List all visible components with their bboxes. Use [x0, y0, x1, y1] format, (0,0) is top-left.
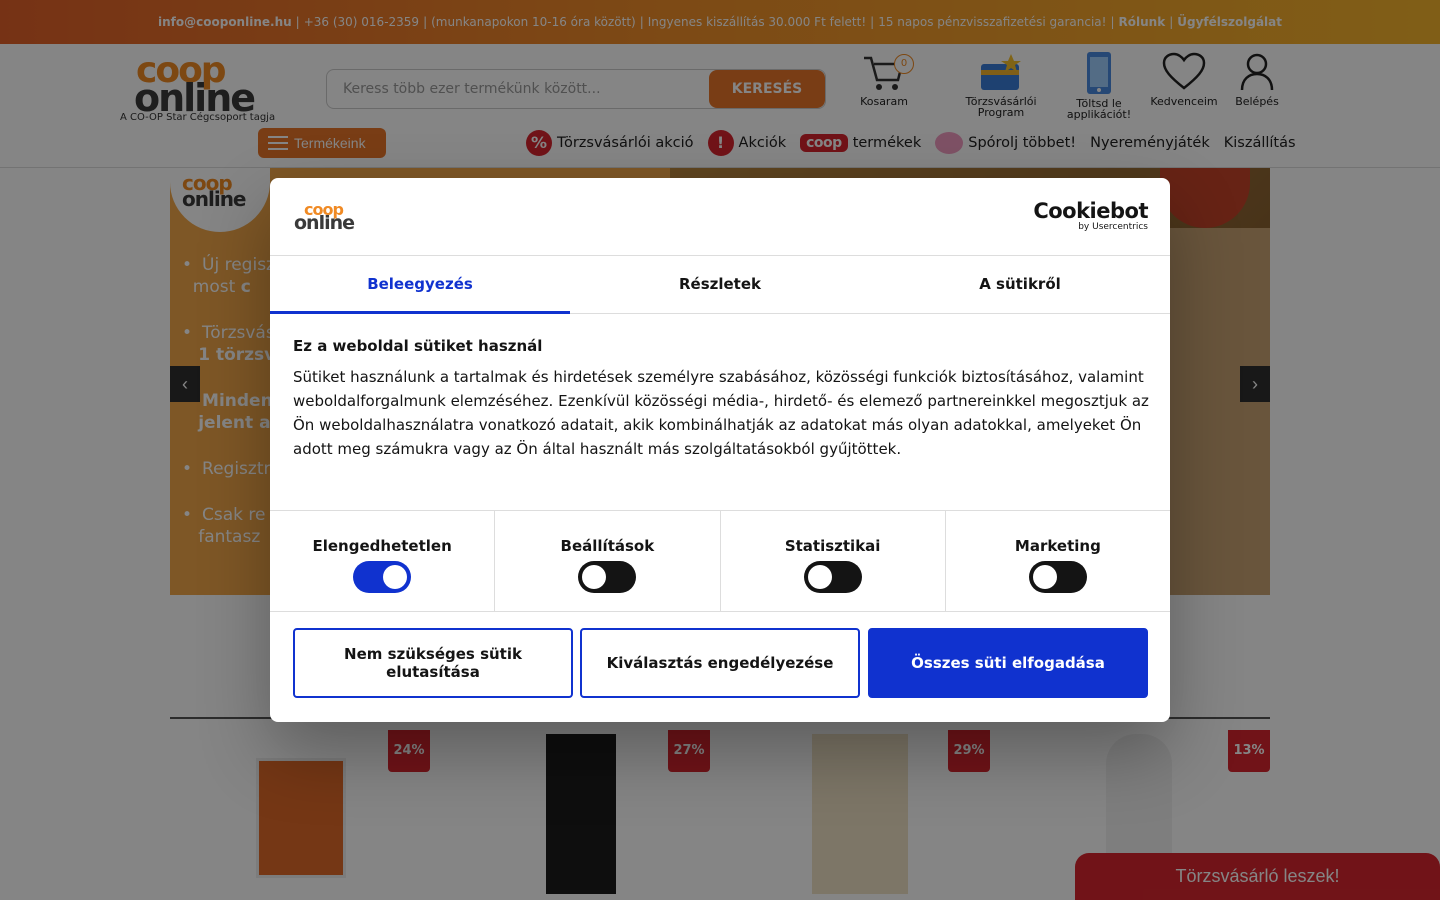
- toggle-preferences-label: Beállítások: [560, 537, 655, 555]
- dialog-tabs: Beleegyezés Részletek A sütikről: [270, 256, 1170, 314]
- dialog-logo-online: online: [294, 212, 355, 234]
- toggle-necessary-label: Elengedhetetlen: [312, 537, 452, 555]
- toggle-marketing-switch[interactable]: [1028, 561, 1087, 593]
- cookiebot-brand-sub: by Usercentrics: [1078, 222, 1148, 232]
- allow-selection-button[interactable]: Kiválasztás engedélyezése: [580, 628, 860, 698]
- toggle-statistics-switch[interactable]: [803, 561, 862, 593]
- dialog-header: coop online Cookiebot by Usercentrics: [270, 178, 1170, 256]
- tab-details[interactable]: Részletek: [570, 256, 870, 313]
- toggle-marketing-label: Marketing: [1014, 537, 1101, 555]
- toggle-necessary: Elengedhetetlen: [270, 511, 496, 611]
- dialog-logo: coop online: [294, 200, 364, 234]
- consent-toggles: Elengedhetetlen Beállítások Statisztikai…: [270, 510, 1170, 612]
- toggle-preferences-switch[interactable]: [578, 561, 637, 593]
- toggle-statistics-label: Statisztikai: [784, 537, 881, 555]
- accept-all-button[interactable]: Összes süti elfogadása: [868, 628, 1148, 698]
- reject-unnecessary-button[interactable]: Nem szükséges sütik elutasítása: [293, 628, 573, 698]
- dialog-title: Ez a weboldal sütiket használ: [293, 337, 543, 355]
- cookiebot-brand: Cookiebot: [1033, 199, 1148, 223]
- tab-consent[interactable]: Beleegyezés: [270, 256, 570, 314]
- cookiebot-logo[interactable]: Cookiebot by Usercentrics: [1033, 200, 1148, 232]
- dialog-body: Ez a weboldal sütiket használ Sütiket ha…: [293, 337, 1153, 461]
- toggle-preferences: Beállítások: [495, 511, 721, 611]
- tab-about-cookies[interactable]: A sütikről: [870, 256, 1170, 313]
- toggle-statistics: Statisztikai: [721, 511, 946, 611]
- toggle-marketing: Marketing: [946, 511, 1170, 611]
- cookie-consent-dialog: coop online Cookiebot by Usercentrics Be…: [270, 178, 1170, 722]
- toggle-necessary-switch[interactable]: [353, 561, 412, 593]
- dialog-description: Sütiket használunk a tartalmak és hirdet…: [293, 368, 1149, 458]
